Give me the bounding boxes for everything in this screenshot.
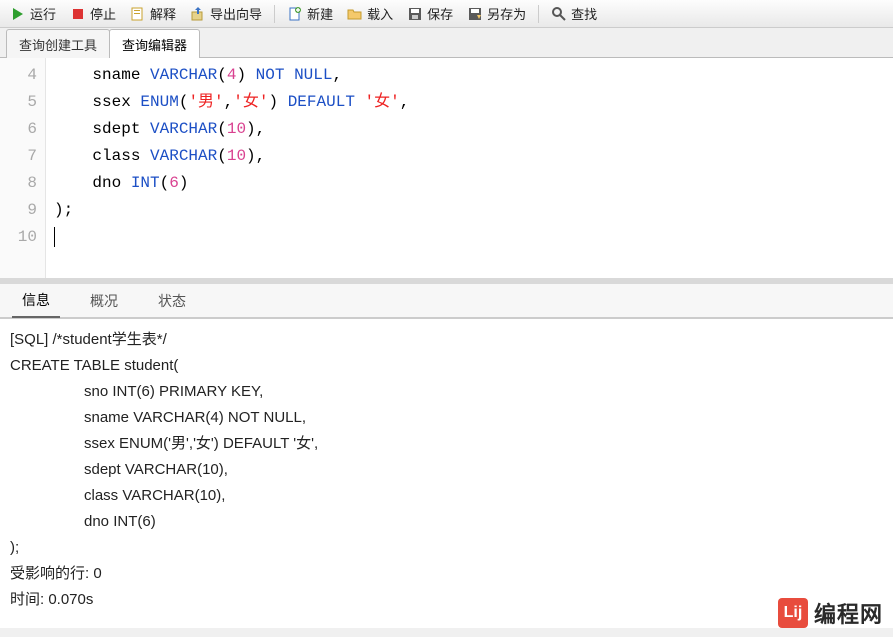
line-number: 7 [0, 143, 37, 170]
output-line: ); [10, 535, 883, 561]
output-time: 时间: 0.070s [10, 587, 883, 613]
watermark-text: 编程网 [814, 597, 883, 629]
editor-tabbar: 查询创建工具 查询编辑器 [0, 28, 893, 58]
watermark-logo: Lij 编程网 [778, 597, 883, 629]
stop-label: 停止 [90, 4, 116, 23]
save-as-label: 另存为 [487, 4, 526, 23]
output-line: [SQL] /*student学生表*/ [10, 327, 883, 353]
tab-info[interactable]: 信息 [12, 284, 60, 318]
new-label: 新建 [307, 4, 333, 23]
tab-query-editor[interactable]: 查询编辑器 [109, 29, 200, 58]
code-line: dno INT(6) [54, 170, 885, 197]
search-icon [551, 6, 567, 22]
save-icon [407, 6, 423, 22]
save-button[interactable]: 保存 [401, 2, 459, 25]
code-line: ssex ENUM('男','女') DEFAULT '女', [54, 89, 885, 116]
output-line: ssex ENUM('男','女') DEFAULT '女', [10, 431, 883, 457]
line-number: 6 [0, 116, 37, 143]
output-line: dno INT(6) [10, 509, 883, 535]
sql-editor[interactable]: 45678910 sname VARCHAR(4) NOT NULL, ssex… [0, 58, 893, 284]
output-line: sdept VARCHAR(10), [10, 457, 883, 483]
code-line [54, 224, 885, 251]
tab-status[interactable]: 状态 [148, 285, 196, 317]
watermark-badge-icon: Lij [778, 598, 808, 628]
load-label: 载入 [367, 4, 393, 23]
result-tabbar: 信息 概况 状态 [0, 284, 893, 318]
code-area[interactable]: sname VARCHAR(4) NOT NULL, ssex ENUM('男'… [46, 58, 893, 278]
find-button[interactable]: 查找 [545, 2, 603, 25]
output-affected-rows: 受影响的行: 0 [10, 561, 883, 587]
new-button[interactable]: 新建 [281, 2, 339, 25]
toolbar-separator [274, 5, 275, 23]
play-icon [10, 6, 26, 22]
export-wizard-button[interactable]: 导出向导 [184, 2, 268, 25]
toolbar-separator [538, 5, 539, 23]
main-toolbar: 运行 停止 解释 导出向导 新建 载入 保存 [0, 0, 893, 28]
export-icon [190, 6, 206, 22]
save-as-button[interactable]: 另存为 [461, 2, 532, 25]
line-number: 4 [0, 62, 37, 89]
code-line: sname VARCHAR(4) NOT NULL, [54, 62, 885, 89]
line-number: 9 [0, 197, 37, 224]
save-as-icon [467, 6, 483, 22]
folder-open-icon [347, 6, 363, 22]
output-line: sno INT(6) PRIMARY KEY, [10, 379, 883, 405]
new-icon [287, 6, 303, 22]
code-line: sdept VARCHAR(10), [54, 116, 885, 143]
line-number: 10 [0, 224, 37, 251]
text-cursor [54, 227, 55, 247]
output-panel: [SQL] /*student学生表*/CREATE TABLE student… [0, 318, 893, 628]
line-number: 5 [0, 89, 37, 116]
export-wizard-label: 导出向导 [210, 4, 262, 23]
save-label: 保存 [427, 4, 453, 23]
line-number-gutter: 45678910 [0, 58, 46, 278]
code-line: ); [54, 197, 885, 224]
tab-query-builder[interactable]: 查询创建工具 [6, 29, 110, 58]
find-label: 查找 [571, 4, 597, 23]
explain-button[interactable]: 解释 [124, 2, 182, 25]
explain-icon [130, 6, 146, 22]
output-line: sname VARCHAR(4) NOT NULL, [10, 405, 883, 431]
output-line: class VARCHAR(10), [10, 483, 883, 509]
output-line: CREATE TABLE student( [10, 353, 883, 379]
explain-label: 解释 [150, 4, 176, 23]
load-button[interactable]: 载入 [341, 2, 399, 25]
run-button[interactable]: 运行 [4, 2, 62, 25]
stop-button[interactable]: 停止 [64, 2, 122, 25]
line-number: 8 [0, 170, 37, 197]
stop-icon [70, 6, 86, 22]
tab-profile[interactable]: 概况 [80, 285, 128, 317]
run-label: 运行 [30, 4, 56, 23]
code-line: class VARCHAR(10), [54, 143, 885, 170]
